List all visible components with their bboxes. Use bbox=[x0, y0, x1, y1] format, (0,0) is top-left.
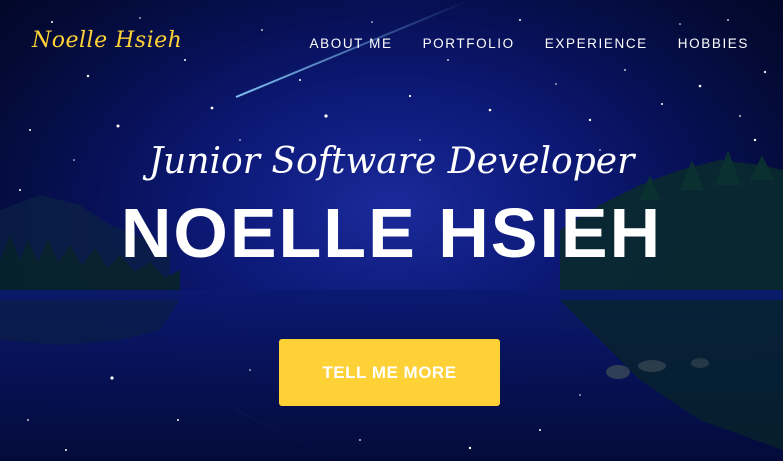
intro-lead-in: Junior Software Developer bbox=[148, 141, 635, 182]
nav-link-about-me[interactable]: ABOUT ME bbox=[310, 36, 393, 51]
navbar: Noelle Hsieh ABOUT ME PORTFOLIO EXPERIEN… bbox=[0, 0, 783, 90]
nav-link-portfolio[interactable]: PORTFOLIO bbox=[423, 36, 515, 51]
brand-logo-link[interactable]: Noelle Hsieh bbox=[32, 28, 182, 53]
intro-heading: NOELLE HSIEH bbox=[120, 194, 663, 273]
hero-section: Noelle Hsieh ABOUT ME PORTFOLIO EXPERIEN… bbox=[0, 0, 783, 461]
nav-links: ABOUT ME PORTFOLIO EXPERIENCE HOBBIES bbox=[310, 36, 749, 51]
nav-link-experience[interactable]: EXPERIENCE bbox=[545, 36, 648, 51]
nav-link-hobbies[interactable]: HOBBIES bbox=[678, 36, 749, 51]
intro-text: Junior Software Developer NOELLE HSIEH bbox=[0, 140, 783, 272]
tell-me-more-button[interactable]: TELL ME MORE bbox=[279, 339, 500, 406]
